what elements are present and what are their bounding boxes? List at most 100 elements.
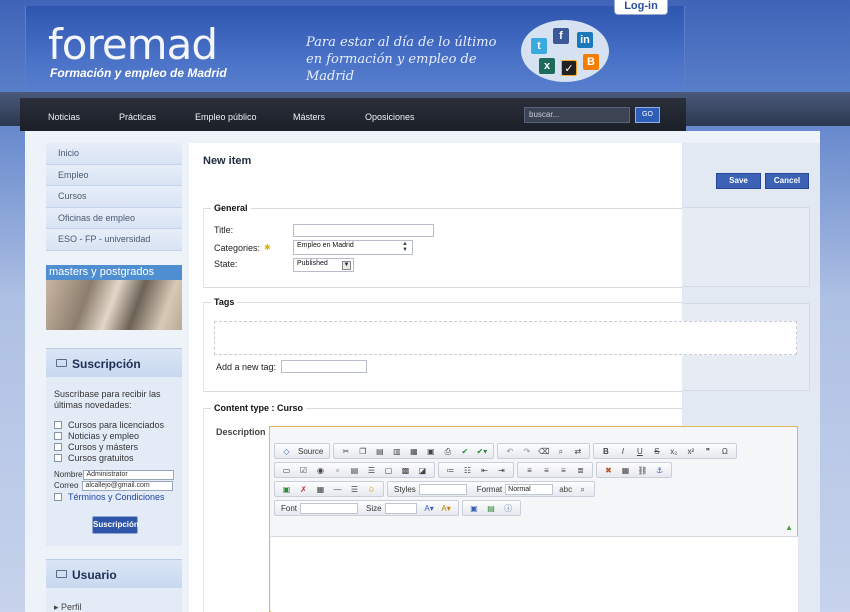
terms-link[interactable]: Términos y Condiciones (68, 492, 165, 502)
bullet-list-icon[interactable]: ☷ (461, 465, 474, 476)
linkedin-icon[interactable]: in (577, 32, 593, 48)
replace-icon[interactable]: ⇄ (571, 446, 584, 457)
stepper-icon[interactable]: ▲ ▼ (402, 241, 408, 253)
table-icon[interactable]: ▦ (619, 465, 632, 476)
checkbox-terms[interactable] (54, 493, 62, 501)
email-field[interactable]: alcallejo@gmail.com (82, 480, 174, 491)
zoom-icon[interactable]: ⌕ (576, 484, 589, 495)
redo-icon[interactable]: ↷ (520, 446, 533, 457)
categories-select[interactable]: Empleo en Madrid (293, 240, 413, 255)
tuenti-icon[interactable]: ✓ (561, 60, 577, 76)
textfield-icon[interactable]: ▫ (331, 465, 344, 476)
paste-text-icon[interactable]: ▥ (390, 446, 403, 457)
search-input[interactable]: buscar... (524, 107, 630, 123)
cancel-button[interactable]: Cancel (765, 173, 809, 189)
cut-icon[interactable]: ✂ (339, 446, 352, 457)
name-field[interactable]: Administrator (83, 469, 175, 480)
tag-drop-zone[interactable] (214, 321, 797, 355)
chevron-down-icon[interactable]: ▼ (342, 261, 351, 270)
image-button-icon[interactable]: ▩ (399, 465, 412, 476)
horizontal-rule-icon[interactable]: ― (331, 484, 344, 495)
add-tag-input[interactable] (281, 360, 367, 373)
indent-icon[interactable]: ⇥ (495, 465, 508, 476)
preview-icon[interactable]: ▣ (424, 446, 437, 457)
source-button[interactable]: Source (298, 447, 323, 456)
align-left-icon[interactable]: ≡ (523, 465, 536, 476)
sidebar-item-cursos[interactable]: Cursos (46, 186, 182, 208)
flash-embed-icon[interactable]: ✗ (297, 484, 310, 495)
undo-icon[interactable]: ↶ (503, 446, 516, 457)
hidden-field-icon[interactable]: ◪ (416, 465, 429, 476)
nav-noticias[interactable]: Noticias (48, 112, 80, 122)
nav-practicas[interactable]: Prácticas (119, 112, 156, 122)
image-icon[interactable]: ▣ (280, 484, 293, 495)
collapse-toolbar-icon[interactable]: ▲ (785, 523, 793, 532)
twitter-icon[interactable]: t (531, 38, 547, 54)
site-logo[interactable]: foremad (48, 20, 218, 69)
paste-word-icon[interactable]: ▦ (407, 446, 420, 457)
textarea-icon[interactable]: ▤ (348, 465, 361, 476)
subscribe-button[interactable]: Suscripción (92, 516, 139, 534)
checkbox-licenciados[interactable] (54, 420, 62, 429)
sidebar-item-empleo[interactable]: Empleo (46, 164, 182, 186)
special-char-icon[interactable]: Ω (718, 446, 731, 457)
print-icon[interactable]: ⎙ (441, 446, 454, 457)
text-color-icon[interactable]: A▾ (423, 503, 436, 514)
blogger-icon[interactable]: B (583, 54, 599, 70)
maximize-icon[interactable]: ▣ (468, 503, 481, 514)
checkbox-masters[interactable] (54, 442, 62, 451)
size-select[interactable] (384, 502, 417, 514)
search-go-button[interactable]: GO (635, 107, 660, 123)
facebook-icon[interactable]: f (553, 28, 569, 44)
superscript-icon[interactable]: x² (684, 446, 697, 457)
page-break-icon[interactable]: ☰ (348, 484, 361, 495)
save-button[interactable]: Save (716, 173, 761, 189)
numbered-list-icon[interactable]: ≔ (444, 465, 457, 476)
radio-tool-icon[interactable]: ◉ (314, 465, 327, 476)
align-center-icon[interactable]: ≡ (540, 465, 553, 476)
subscript-icon[interactable]: x₂ (667, 446, 680, 457)
format-select[interactable]: Normal (505, 483, 554, 495)
form-icon[interactable]: ▭ (280, 465, 293, 476)
bg-color-icon[interactable]: A▾ (440, 503, 453, 514)
masters-banner[interactable]: masters y postgrados (46, 265, 182, 330)
anchor-icon[interactable]: ⚓ (653, 465, 666, 476)
nav-oposiciones[interactable]: Oposiciones (365, 112, 415, 122)
sidebar-item-inicio[interactable]: Inicio (46, 143, 182, 165)
strike-icon[interactable]: S (650, 446, 663, 457)
checkbox-noticias[interactable] (54, 431, 62, 440)
italic-icon[interactable]: I (616, 446, 629, 457)
sidebar-item-oficinas[interactable]: Oficinas de empleo (46, 207, 182, 229)
editor-content-area[interactable] (271, 536, 798, 612)
user-menu-item[interactable]: ▸ Perfil (46, 588, 182, 612)
checkbox-tool-icon[interactable]: ☑ (297, 465, 310, 476)
outdent-icon[interactable]: ⇤ (478, 465, 491, 476)
blockquote-icon[interactable]: ❞ (701, 446, 714, 457)
nav-empleo-publico[interactable]: Empleo público (195, 112, 257, 122)
nav-masters[interactable]: Másters (293, 112, 325, 122)
font-select[interactable] (300, 502, 359, 514)
eraser-icon[interactable]: ⌫ (537, 446, 550, 457)
about-icon[interactable]: ⓘ (502, 503, 515, 514)
align-right-icon[interactable]: ≡ (557, 465, 570, 476)
sidebar-item-eso-fp[interactable]: ESO - FP - universidad (46, 229, 182, 251)
title-input[interactable] (293, 224, 434, 237)
button-tool-icon[interactable]: ▢ (382, 465, 395, 476)
copy-icon[interactable]: ❐ (356, 446, 369, 457)
select-tool-icon[interactable]: ☰ (365, 465, 378, 476)
justify-icon[interactable]: ≣ (574, 465, 587, 476)
checkbox-gratuitos[interactable] (54, 453, 62, 462)
login-tab[interactable]: Log-in (614, 0, 668, 15)
spellcheck-menu-icon[interactable]: ✔▾ (475, 446, 488, 457)
table-insert-icon[interactable]: ▦ (314, 484, 327, 495)
flash-icon[interactable]: ✖ (602, 465, 615, 476)
spellcheck-abc-icon[interactable]: abc (559, 484, 572, 495)
styles-select[interactable] (418, 483, 467, 495)
underline-icon[interactable]: U (633, 446, 646, 457)
xing-icon[interactable]: x (539, 58, 555, 74)
smiley-icon[interactable]: ☺ (365, 484, 378, 495)
spellcheck-icon[interactable]: ✔ (458, 446, 471, 457)
show-blocks-icon[interactable]: ▤ (485, 503, 498, 514)
link-icon[interactable]: ⛓ (636, 465, 649, 476)
find-icon[interactable]: ⌕ (554, 446, 567, 457)
